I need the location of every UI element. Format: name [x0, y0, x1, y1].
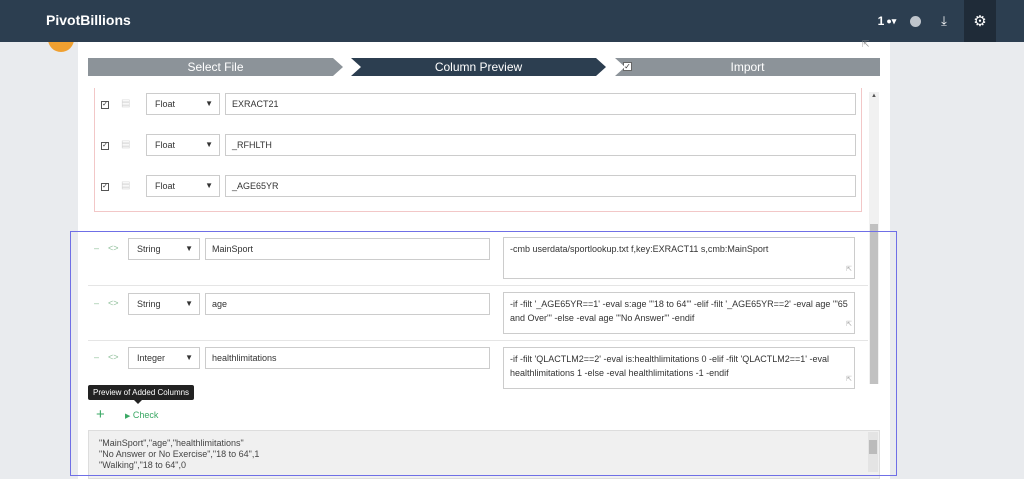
expression-textarea[interactable]: -cmb userdata/sportlookup.txt f,key:EXRA… — [503, 237, 855, 279]
expression-text: -if -filt 'QLACTLM2==2' -eval is:healthl… — [510, 354, 829, 378]
column-checkbox[interactable]: ✓ — [101, 183, 109, 191]
column-name-input[interactable]: EXRACT21 — [225, 93, 856, 115]
gear-icon[interactable]: ⚙ — [964, 0, 996, 42]
type-select[interactable]: Integer ▼ — [128, 347, 200, 369]
add-column-button[interactable]: + — [96, 406, 105, 423]
expand-icon[interactable]: ⇱ — [862, 39, 870, 50]
comment-icon[interactable]: ▤ — [121, 98, 130, 109]
column-checkbox[interactable]: ✓ — [101, 101, 109, 109]
code-icon[interactable]: <> — [108, 352, 119, 362]
comment-icon[interactable]: ▤ — [121, 139, 130, 150]
added-column-name-input[interactable]: healthlimitations — [205, 347, 490, 369]
added-column-name-input[interactable]: age — [205, 293, 490, 315]
type-select[interactable]: Float ▼ — [146, 93, 220, 115]
caret-down-icon: ▼ — [205, 140, 213, 149]
code-icon[interactable]: <> — [108, 298, 119, 308]
type-select-value: String — [137, 299, 161, 309]
resize-grip-icon[interactable]: ⇱ — [846, 263, 852, 277]
expression-text: -if -filt '_AGE65YR==1' -eval s:age '"18… — [510, 299, 848, 323]
caret-down-icon: ▼ — [205, 99, 213, 108]
caret-down-icon: ▼ — [185, 353, 193, 362]
download-icon[interactable]: ⤓ — [932, 0, 956, 42]
preview-line: "No Answer or No Exercise","18 to 64",1 — [99, 449, 260, 459]
remove-column-button[interactable]: – — [94, 243, 99, 253]
brand-logo[interactable]: PivotBillions — [46, 12, 131, 28]
expression-textarea[interactable]: -if -filt 'QLACTLM2==2' -eval is:healthl… — [503, 347, 855, 389]
remove-column-button[interactable]: – — [94, 298, 99, 308]
step-import[interactable]: ✓ Import — [615, 58, 880, 76]
scroll-up-icon[interactable]: ▲ — [871, 93, 877, 99]
step-column-preview[interactable]: Column Preview — [351, 58, 606, 76]
preview-output[interactable]: "MainSport","age","healthlimitations" "N… — [88, 430, 880, 479]
step-import-label: Import — [730, 60, 765, 74]
preview-scrollbar-thumb[interactable] — [869, 440, 877, 454]
type-select-value: String — [137, 244, 161, 254]
column-checkbox[interactable]: ✓ — [101, 142, 109, 150]
columns-scrollbar-thumb[interactable] — [870, 224, 878, 384]
row-divider — [88, 340, 868, 341]
resize-grip-icon[interactable]: ⇱ — [846, 318, 852, 332]
type-select-value: Float — [155, 140, 176, 150]
user-count: 1 — [877, 14, 885, 28]
preview-tooltip: Preview of Added Columns — [88, 385, 195, 404]
check-button-label: Check — [132, 410, 159, 420]
expression-textarea[interactable]: -if -filt '_AGE65YR==1' -eval s:age '"18… — [503, 292, 855, 334]
added-column-name-input[interactable]: MainSport — [205, 238, 490, 260]
type-select-value: Float — [155, 99, 176, 109]
resize-grip-icon[interactable]: ⇱ — [846, 373, 852, 387]
caret-down-icon: ▼ — [185, 244, 193, 253]
status-dot-icon[interactable] — [903, 0, 927, 42]
column-name-input[interactable]: _AGE65YR — [225, 175, 856, 197]
play-icon: ▶ — [125, 413, 131, 420]
remove-column-button[interactable]: – — [94, 352, 99, 362]
import-checkbox[interactable]: ✓ — [623, 62, 632, 71]
caret-down-icon: ▼ — [205, 181, 213, 190]
comment-icon[interactable]: ▤ — [121, 180, 130, 191]
type-select[interactable]: Float ▼ — [146, 134, 220, 156]
type-select[interactable]: Float ▼ — [146, 175, 220, 197]
top-bar: PivotBillions 1 ●​▾ ⤓ ⚙ — [0, 0, 1024, 42]
type-select[interactable]: String ▼ — [128, 293, 200, 315]
user-menu[interactable]: 1 ●​▾ — [872, 0, 902, 42]
column-name-input[interactable]: _RFHLTH — [225, 134, 856, 156]
wizard-steps: Select File Column Preview ✓ Import — [88, 58, 880, 76]
type-select[interactable]: String ▼ — [128, 238, 200, 260]
user-icon: ●​▾ — [886, 15, 897, 26]
type-select-value: Float — [155, 181, 176, 191]
expression-text: -cmb userdata/sportlookup.txt f,key:EXRA… — [510, 244, 769, 254]
check-button[interactable]: ▶ Check — [125, 410, 158, 420]
caret-down-icon: ▼ — [185, 299, 193, 308]
step-select-file[interactable]: Select File — [88, 58, 343, 76]
code-icon[interactable]: <> — [108, 243, 119, 253]
preview-line: "MainSport","age","healthlimitations" — [99, 438, 244, 448]
preview-line: "Walking","18 to 64",0 — [99, 460, 186, 470]
type-select-value: Integer — [137, 353, 166, 363]
row-divider — [88, 285, 868, 286]
